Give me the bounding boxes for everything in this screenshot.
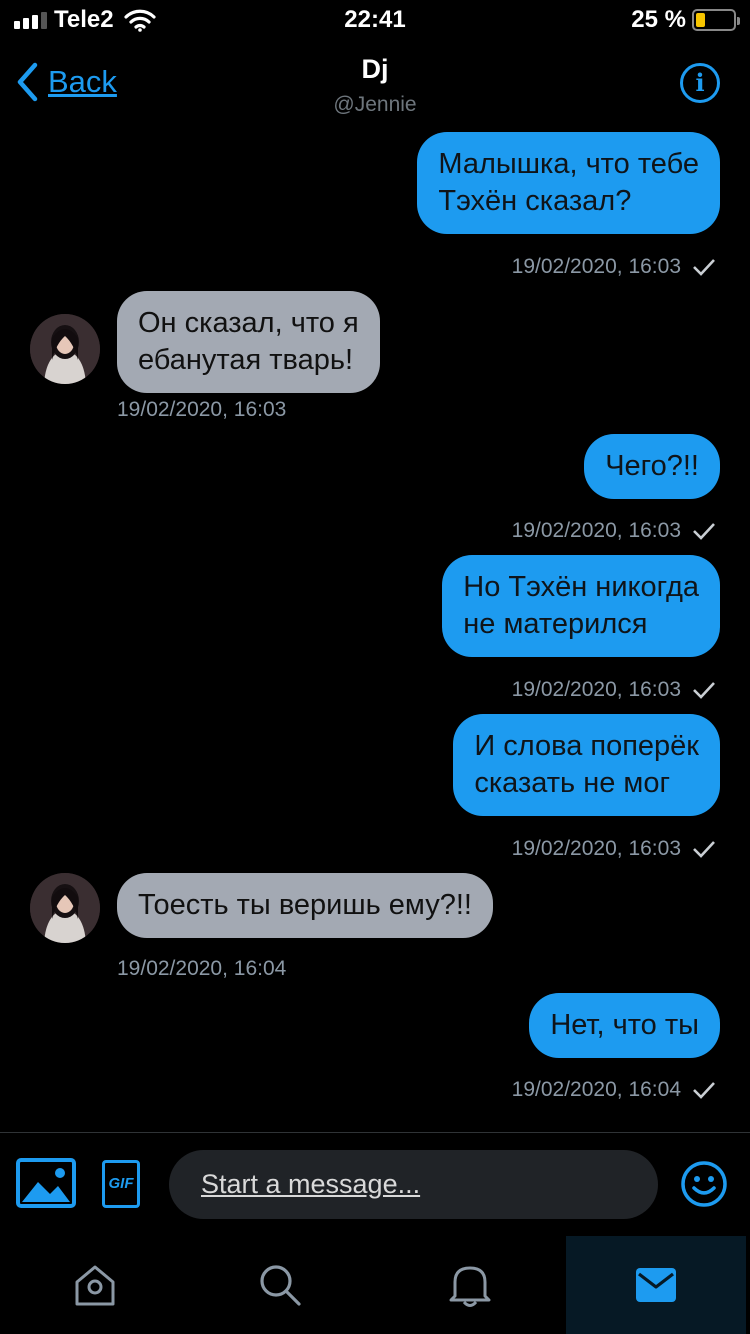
message-text: Тоесть ты веришь ему?!!	[138, 889, 472, 921]
message-timestamp: 19/02/2020, 16:03	[117, 398, 287, 421]
checkmark-icon	[693, 841, 715, 858]
contact-handle: @Jennie	[333, 93, 417, 116]
avatar-image	[30, 314, 100, 384]
tab-notifications[interactable]	[380, 1236, 560, 1334]
contact-avatar[interactable]	[30, 314, 100, 384]
message-text: сказать не мог	[474, 767, 671, 799]
tab-search[interactable]	[190, 1236, 370, 1334]
conversation-header: Dj @Jennie	[0, 54, 750, 117]
message-text: Тэхён сказал?	[438, 185, 632, 217]
tab-bar	[0, 1236, 750, 1334]
checkmark-icon	[693, 1082, 715, 1099]
timestamp-text: 19/02/2020, 16:03	[511, 519, 681, 542]
message-bubble-sent[interactable]: Малышка, что тебе Тэхён сказал?	[417, 132, 720, 234]
contact-avatar[interactable]	[30, 873, 100, 943]
message-timestamp: 19/02/2020, 16:03	[512, 837, 717, 861]
message-timestamp: 19/02/2020, 16:03	[512, 519, 717, 543]
tab-messages[interactable]	[566, 1236, 746, 1334]
message-bubble-sent[interactable]: Нет, что ты	[529, 993, 720, 1058]
message-text: И слова поперёк	[474, 730, 699, 762]
message-bubble-received[interactable]: Тоесть ты веришь ему?!!	[117, 873, 493, 938]
checkmark-icon	[693, 682, 715, 699]
message-bubble-sent[interactable]: Но Тэхён никогда не матерился	[442, 555, 720, 657]
battery-percentage: 25 %	[631, 6, 686, 33]
info-button[interactable]: i	[680, 63, 720, 103]
message-text: Но Тэхён никогда	[463, 571, 699, 603]
message-timestamp: 19/02/2020, 16:03	[512, 678, 717, 702]
composer-divider	[0, 1132, 750, 1133]
timestamp-text: 19/02/2020, 16:03	[511, 837, 681, 860]
checkmark-icon	[693, 523, 715, 540]
image-icon[interactable]	[16, 1158, 76, 1208]
contact-name: Dj	[361, 54, 389, 84]
message-timestamp: 19/02/2020, 16:04	[117, 957, 287, 980]
tab-home[interactable]	[5, 1236, 185, 1334]
message-bubble-sent[interactable]: Чего?!!	[584, 434, 720, 499]
status-bar: Tele2 22:41 25 %	[0, 0, 750, 40]
message-text: ебанутая тварь!	[138, 344, 354, 376]
checkmark-icon	[693, 259, 715, 276]
mail-icon	[636, 1268, 676, 1302]
message-text: Он сказал, что я	[138, 307, 359, 339]
battery-level	[696, 13, 705, 27]
message-input[interactable]: Start a message...	[169, 1150, 658, 1219]
timestamp-text: 19/02/2020, 16:03	[511, 678, 681, 701]
info-icon: i	[695, 68, 705, 97]
gif-button[interactable]: GIF	[102, 1160, 140, 1208]
message-text: Чего?!!	[605, 450, 699, 482]
bell-icon	[449, 1266, 491, 1307]
emoji-icon[interactable]	[680, 1160, 728, 1208]
message-bubble-sent[interactable]: И слова поперёк сказать не мог	[453, 714, 720, 816]
avatar-image	[30, 873, 100, 943]
message-text: Малышка, что тебе	[438, 148, 699, 180]
search-icon	[260, 1265, 301, 1306]
timestamp-text: 19/02/2020, 16:03	[511, 255, 681, 278]
message-text: не матерился	[463, 608, 648, 640]
timestamp-text: 19/02/2020, 16:04	[511, 1078, 681, 1101]
message-timestamp: 19/02/2020, 16:04	[512, 1078, 717, 1102]
message-bubble-received[interactable]: Он сказал, что я ебанутая тварь!	[117, 291, 380, 393]
battery-icon	[692, 9, 740, 31]
home-icon	[75, 1265, 115, 1306]
gif-label: GIF	[108, 1175, 134, 1192]
message-timestamp: 19/02/2020, 16:03	[512, 255, 717, 279]
message-text: Нет, что ты	[550, 1009, 699, 1041]
